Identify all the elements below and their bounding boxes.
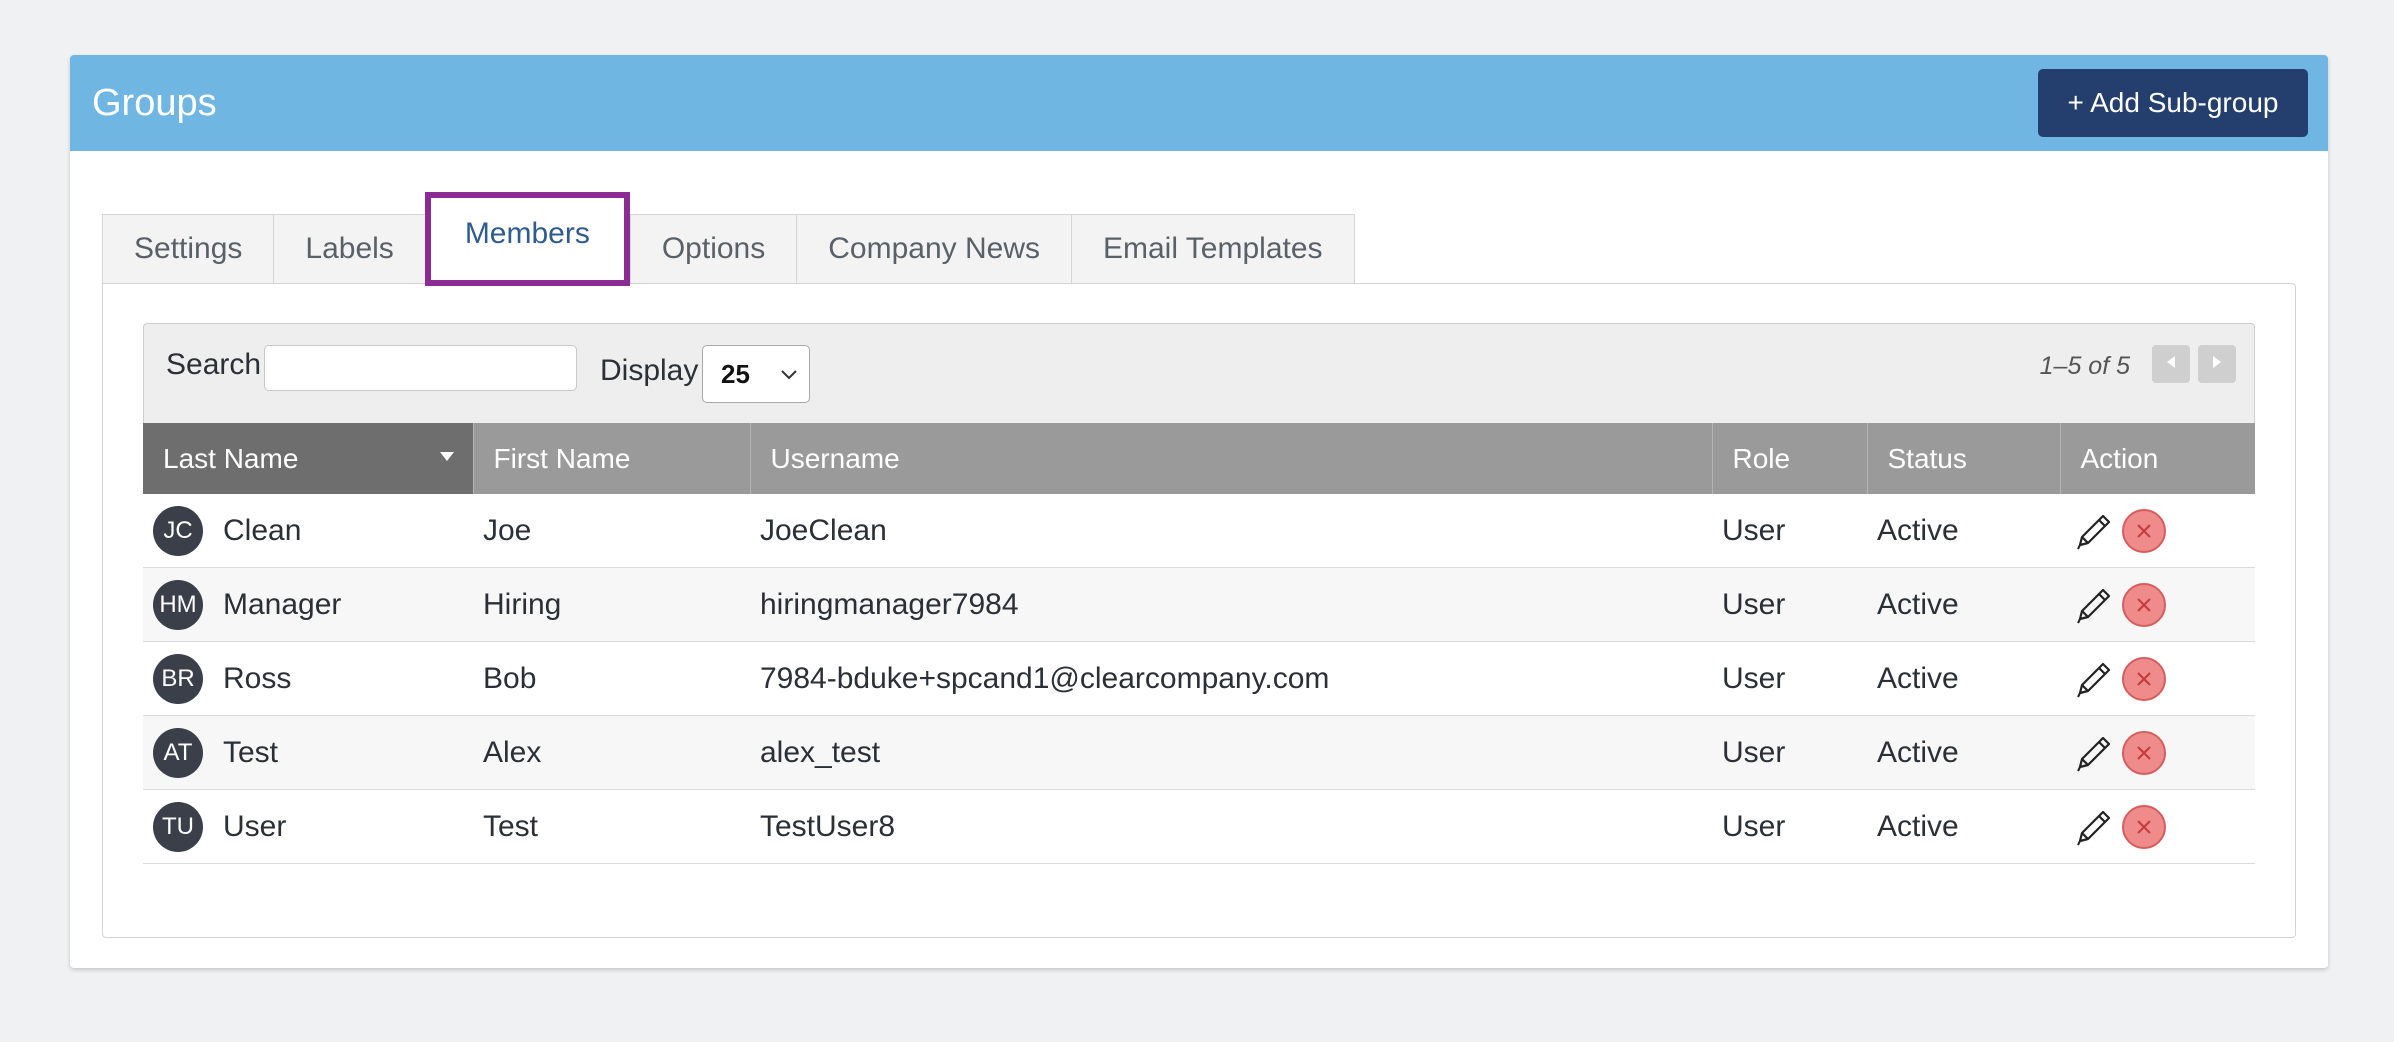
pager-text: 1–5 of 5 (2039, 352, 2130, 380)
display-count-value: 25 (721, 358, 750, 389)
pencil-icon[interactable] (2070, 581, 2118, 629)
avatar: HM (153, 579, 203, 630)
table-row[interactable]: BR Ross Bob 7984-bduke+spcand1@clearcomp… (143, 641, 2255, 716)
first-name: Bob (473, 641, 750, 716)
last-name-cell: AT Test (143, 715, 473, 790)
action-cell (2060, 494, 2255, 568)
chevron-down-icon (779, 358, 799, 398)
pencil-icon[interactable] (2070, 803, 2118, 851)
table-body: JC Clean Joe JoeClean User Active HM Man… (143, 494, 2255, 864)
grid-toolbar: Search Display 25 1–5 of 5 (143, 323, 2255, 423)
chevron-right-icon (2210, 354, 2224, 375)
column-header-status[interactable]: Status (1867, 423, 2061, 494)
username: hiringmanager7984 (750, 567, 1712, 642)
role: User (1712, 567, 1867, 642)
role: User (1712, 494, 1867, 568)
column-header-action: Action (2060, 423, 2255, 494)
tab-labels[interactable]: Labels (273, 214, 425, 284)
remove-circle-icon[interactable] (2122, 582, 2166, 627)
first-name: Hiring (473, 567, 750, 642)
avatar: BR (153, 653, 203, 704)
last-name-cell: JC Clean (143, 494, 473, 568)
last-name: Ross (223, 661, 292, 695)
status: Active (1867, 789, 2060, 864)
column-header-role[interactable]: Role (1712, 423, 1868, 494)
members-table: Last Name First Name Username Role Statu… (143, 423, 2255, 864)
action-cell (2060, 715, 2255, 790)
display-count-select[interactable]: 25 (702, 345, 810, 403)
status: Active (1867, 641, 2060, 716)
remove-circle-icon[interactable] (2122, 656, 2166, 701)
status: Active (1867, 567, 2060, 642)
action-cell (2060, 567, 2255, 642)
first-name: Test (473, 789, 750, 864)
username: 7984-bduke+spcand1@clearcompany.com (750, 641, 1712, 716)
role: User (1712, 715, 1867, 790)
remove-circle-icon[interactable] (2122, 508, 2166, 553)
remove-circle-icon[interactable] (2122, 730, 2166, 775)
pencil-icon[interactable] (2070, 507, 2118, 555)
action-cell (2060, 641, 2255, 716)
sort-down-icon (439, 445, 455, 468)
username: JoeClean (750, 494, 1712, 568)
role: User (1712, 789, 1867, 864)
first-name: Joe (473, 494, 750, 568)
last-name-cell: BR Ross (143, 641, 473, 716)
last-name: Clean (223, 513, 302, 547)
status: Active (1867, 715, 2060, 790)
status: Active (1867, 494, 2060, 568)
table-header-row: Last Name First Name Username Role Statu… (143, 423, 2255, 494)
add-sub-group-button[interactable]: + Add Sub-group (2038, 69, 2308, 137)
search-input[interactable] (264, 345, 577, 391)
avatar: AT (153, 727, 203, 778)
tab-settings[interactable]: Settings (102, 214, 274, 284)
role: User (1712, 641, 1867, 716)
tab-members[interactable]: Members (424, 192, 630, 286)
username: TestUser8 (750, 789, 1712, 864)
tab-bar: Settings Labels Members Options Company … (102, 192, 1355, 286)
display-label: Display (600, 354, 699, 387)
prev-page-button[interactable] (2152, 345, 2190, 383)
action-cell (2060, 789, 2255, 864)
avatar: JC (153, 505, 203, 556)
page-title: Groups (92, 82, 217, 124)
column-header-username[interactable]: Username (750, 423, 1713, 494)
last-name: Manager (223, 587, 342, 621)
pencil-icon[interactable] (2070, 655, 2118, 703)
tab-options[interactable]: Options (629, 214, 797, 284)
panel-header: Groups + Add Sub-group (70, 55, 2328, 151)
table-row[interactable]: HM Manager Hiring hiringmanager7984 User… (143, 567, 2255, 642)
last-name-cell: TU User (143, 789, 473, 864)
groups-panel: Groups + Add Sub-group Settings Labels M… (70, 55, 2328, 968)
column-header-last-name[interactable]: Last Name (143, 423, 474, 494)
tab-company-news[interactable]: Company News (796, 214, 1071, 284)
last-name: Test (223, 735, 279, 769)
tab-email-templates[interactable]: Email Templates (1070, 214, 1355, 284)
last-name-cell: HM Manager (143, 567, 473, 642)
avatar: TU (153, 801, 203, 852)
first-name: Alex (473, 715, 750, 790)
next-page-button[interactable] (2198, 345, 2236, 383)
search-label: Search (166, 348, 262, 381)
last-name: User (223, 809, 287, 843)
members-grid: Search Display 25 1–5 of 5 Last Name Fir… (143, 323, 2255, 864)
members-tab-content: Search Display 25 1–5 of 5 Last Name Fir… (102, 283, 2296, 938)
table-row[interactable]: AT Test Alex alex_test User Active (143, 715, 2255, 790)
pencil-icon[interactable] (2070, 729, 2118, 777)
table-row[interactable]: TU User Test TestUser8 User Active (143, 789, 2255, 864)
remove-circle-icon[interactable] (2122, 804, 2166, 849)
table-row[interactable]: JC Clean Joe JoeClean User Active (143, 494, 2255, 568)
username: alex_test (750, 715, 1712, 790)
column-header-first-name[interactable]: First Name (473, 423, 751, 494)
chevron-left-icon (2164, 354, 2178, 375)
